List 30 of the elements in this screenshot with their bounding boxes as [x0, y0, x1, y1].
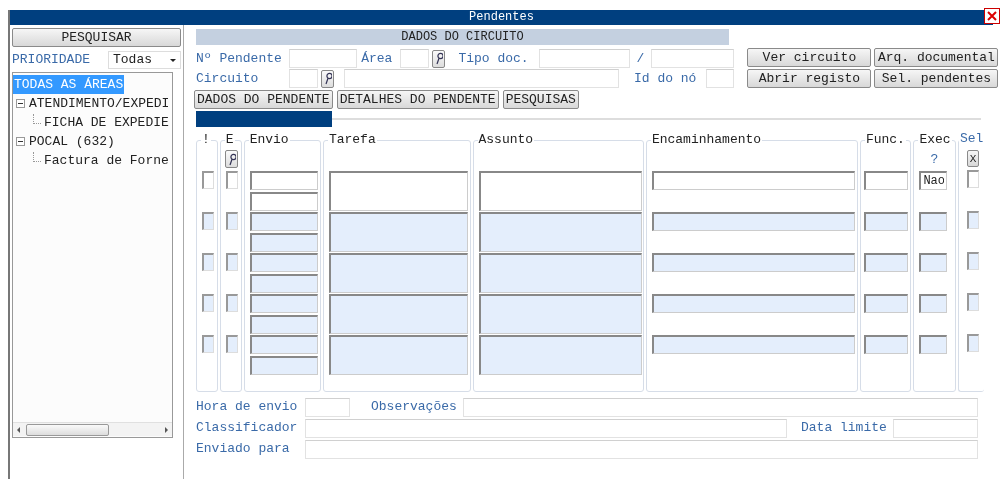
- action-button[interactable]: Abrir registo: [747, 69, 872, 88]
- tab[interactable]: DADOS DO PENDENTE: [194, 90, 333, 109]
- help-label: ?: [930, 152, 939, 168]
- tab[interactable]: PESQUISAS: [502, 90, 579, 109]
- field-label: Enviado para: [196, 441, 291, 457]
- field-label: Observações: [371, 399, 457, 415]
- section-header: DADOS DO CIRCUITO: [196, 29, 729, 45]
- input-field[interactable]: Nao: [919, 171, 948, 190]
- tree-item[interactable]: POCAL (632): [28, 132, 116, 151]
- priority-dropdown[interactable]: Todas: [108, 51, 181, 69]
- window-title: Pendentes: [469, 10, 534, 25]
- priority-label: PRIORIDADE: [12, 52, 90, 68]
- field-label: Data limite: [801, 420, 887, 436]
- action-button[interactable]: Sel. pendentes: [874, 69, 999, 88]
- action-button[interactable]: Ver circuito: [747, 48, 872, 67]
- field-label: Classificador: [196, 420, 299, 436]
- field-label: Tipo doc.: [458, 50, 529, 67]
- clear-button[interactable]: X: [967, 150, 979, 167]
- tree-item[interactable]: Factura de Forne: [43, 151, 170, 170]
- field-label: Circuito: [196, 70, 260, 87]
- separator-label: /: [636, 50, 645, 67]
- field-label: Área: [361, 50, 393, 67]
- tab[interactable]: DETALHES DO PENDENTE: [336, 90, 499, 109]
- tree-item[interactable]: ATENDIMENTO/EXPEDI: [28, 94, 171, 113]
- action-button[interactable]: Arq. documental: [874, 48, 999, 67]
- tree-item[interactable]: FICHA DE EXPEDIE: [43, 113, 170, 132]
- field-label: Id do nó: [634, 70, 697, 87]
- field-label: Hora de envio: [196, 399, 299, 415]
- field-label: Nº Pendente: [196, 50, 283, 67]
- search-button[interactable]: PESQUISAR: [12, 28, 181, 47]
